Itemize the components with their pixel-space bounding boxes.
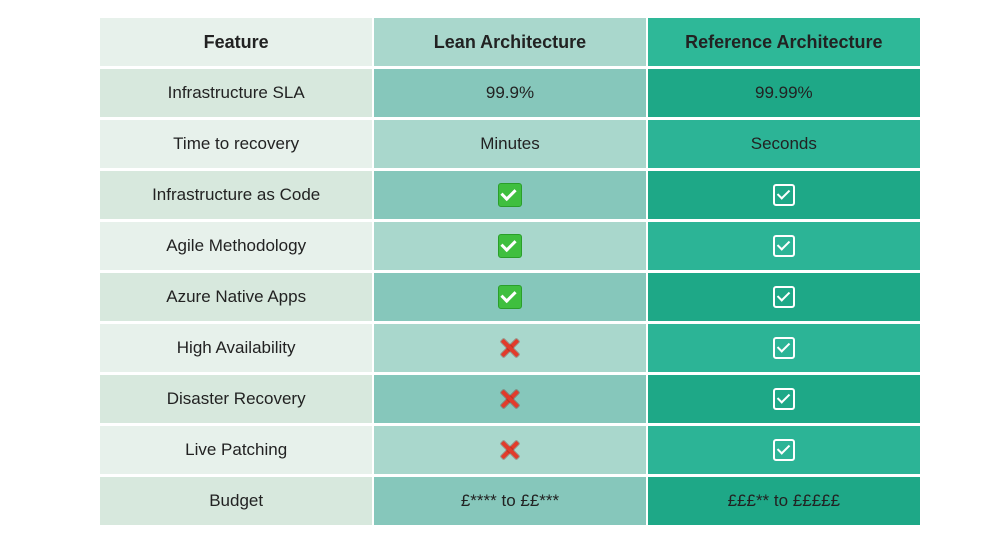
table-row: Azure Native Apps — [100, 272, 920, 323]
cross-icon — [499, 388, 521, 410]
lean-cell — [373, 170, 646, 221]
feature-cell: Infrastructure as Code — [100, 170, 373, 221]
reference-cell: Seconds — [647, 119, 920, 170]
reference-cell: 99.99% — [647, 68, 920, 119]
header-lean: Lean Architecture — [373, 18, 646, 68]
lean-cell — [373, 272, 646, 323]
cross-icon — [499, 439, 521, 461]
check-icon — [498, 285, 522, 309]
feature-cell: Time to recovery — [100, 119, 373, 170]
table-row: Disaster Recovery — [100, 374, 920, 425]
reference-cell — [647, 374, 920, 425]
header-reference: Reference Architecture — [647, 18, 920, 68]
lean-cell: £**** to ££*** — [373, 476, 646, 527]
reference-cell — [647, 221, 920, 272]
table-header-row: Feature Lean Architecture Reference Arch… — [100, 18, 920, 68]
check-icon — [773, 286, 795, 308]
feature-cell: Budget — [100, 476, 373, 527]
comparison-table-container: Feature Lean Architecture Reference Arch… — [0, 0, 1000, 546]
table-row: Infrastructure as Code — [100, 170, 920, 221]
table-row: High Availability — [100, 323, 920, 374]
feature-cell: Infrastructure SLA — [100, 68, 373, 119]
lean-cell — [373, 221, 646, 272]
table-row: Live Patching — [100, 425, 920, 476]
reference-cell — [647, 323, 920, 374]
check-icon — [498, 183, 522, 207]
feature-cell: Disaster Recovery — [100, 374, 373, 425]
cross-icon — [499, 337, 521, 359]
comparison-table: Feature Lean Architecture Reference Arch… — [100, 18, 920, 528]
feature-cell: Azure Native Apps — [100, 272, 373, 323]
check-icon — [773, 235, 795, 257]
lean-cell: 99.9% — [373, 68, 646, 119]
reference-cell — [647, 425, 920, 476]
table-row: Budget£**** to ££***£££** to £££££ — [100, 476, 920, 527]
reference-cell — [647, 272, 920, 323]
table-row: Infrastructure SLA99.9%99.99% — [100, 68, 920, 119]
lean-cell: Minutes — [373, 119, 646, 170]
feature-cell: High Availability — [100, 323, 373, 374]
header-feature: Feature — [100, 18, 373, 68]
check-icon — [773, 439, 795, 461]
check-icon — [498, 234, 522, 258]
lean-cell — [373, 425, 646, 476]
lean-cell — [373, 323, 646, 374]
feature-cell: Agile Methodology — [100, 221, 373, 272]
feature-cell: Live Patching — [100, 425, 373, 476]
check-icon — [773, 337, 795, 359]
reference-cell — [647, 170, 920, 221]
table-row: Agile Methodology — [100, 221, 920, 272]
lean-cell — [373, 374, 646, 425]
table-row: Time to recoveryMinutesSeconds — [100, 119, 920, 170]
check-icon — [773, 388, 795, 410]
reference-cell: £££** to £££££ — [647, 476, 920, 527]
check-icon — [773, 184, 795, 206]
